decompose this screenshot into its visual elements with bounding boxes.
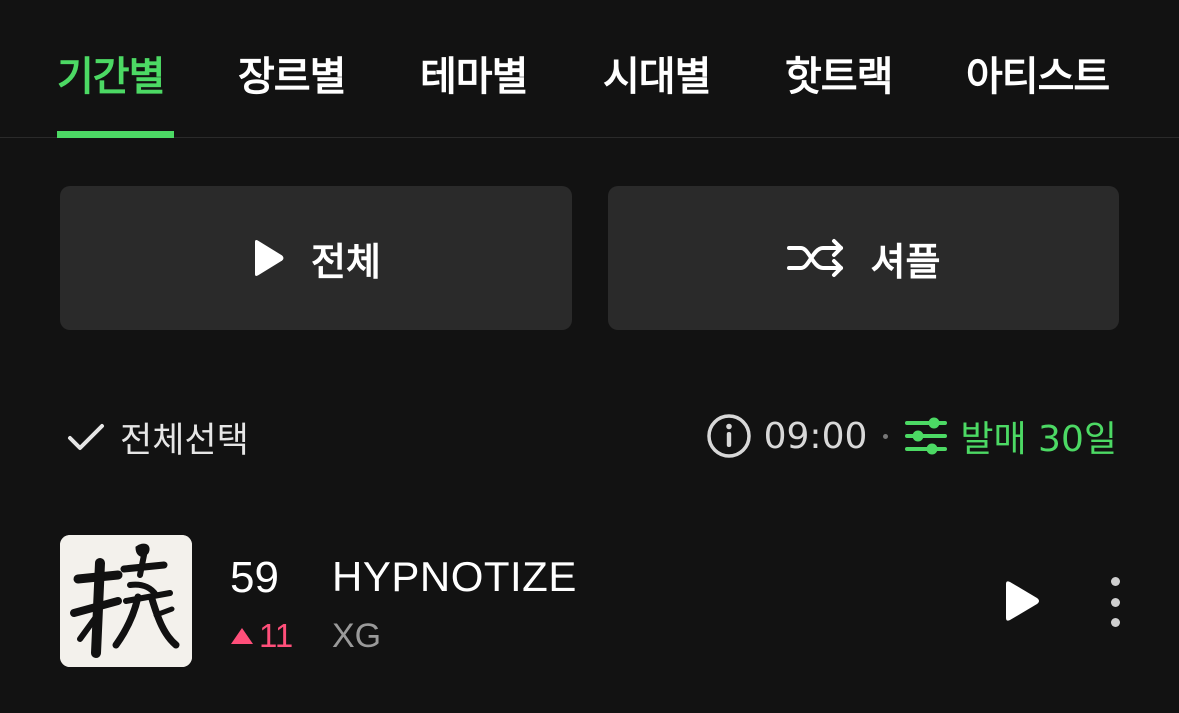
shuffle-icon	[786, 239, 843, 277]
chart-rank: 59	[230, 553, 279, 602]
select-all-toggle[interactable]: 전체선택	[66, 412, 249, 463]
shuffle-label: 셔플	[870, 239, 941, 284]
more-vertical-icon	[1110, 597, 1120, 607]
active-tab-indicator	[57, 131, 174, 138]
tab-era[interactable]: 시대별	[603, 44, 711, 102]
shuffle-button[interactable]: 셔플	[608, 186, 1119, 330]
separator-dot	[883, 433, 889, 439]
update-time: 09:00	[763, 415, 868, 457]
category-tabs: 기간별 장르별 테마별 시대별 핫트랙 아티스트	[0, 0, 1179, 138]
track-row[interactable]: 59 11 HYPNOTIZE XG	[0, 535, 1179, 667]
track-artist[interactable]: XG	[332, 617, 381, 656]
album-calligraphy-image	[60, 535, 192, 667]
play-icon	[255, 240, 284, 276]
release-filter-button[interactable]: 발매 30일	[904, 410, 1117, 462]
more-vertical-icon	[1110, 618, 1120, 627]
rank-change: 11	[229, 617, 293, 655]
play-all-label: 전체	[311, 239, 381, 284]
tab-theme[interactable]: 테마별	[420, 44, 528, 102]
track-play-button[interactable]	[1000, 579, 1042, 623]
tab-genre[interactable]: 장르별	[238, 44, 346, 102]
tab-artist[interactable]: 아티스트	[966, 44, 1110, 102]
more-options-button[interactable]	[1103, 577, 1127, 627]
select-all-label: 전체선택	[120, 421, 249, 461]
sliders-icon	[905, 417, 948, 455]
rank-change-value: 11	[259, 617, 294, 654]
tab-period[interactable]: 기간별	[57, 44, 165, 102]
info-icon[interactable]	[706, 413, 752, 459]
release-filter-label: 발매 30일	[960, 419, 1117, 460]
chart-info-bar: 09:00 발매 30일	[706, 412, 1117, 460]
album-art[interactable]	[60, 535, 192, 667]
checkmark-icon	[68, 423, 104, 450]
triangle-up-icon	[231, 628, 253, 644]
tab-hot-track[interactable]: 핫트랙	[785, 44, 893, 102]
play-all-button[interactable]: 전체	[60, 186, 572, 330]
more-vertical-icon	[1110, 577, 1120, 586]
track-title[interactable]: HYPNOTIZE	[332, 553, 577, 601]
